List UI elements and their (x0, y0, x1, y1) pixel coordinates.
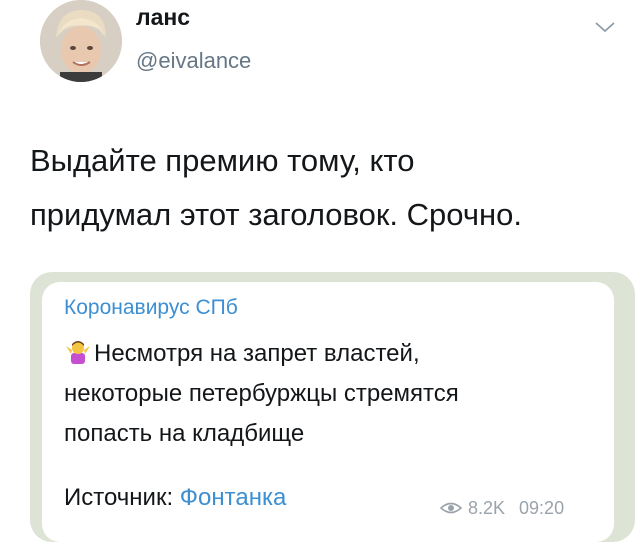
eye-icon (440, 502, 462, 514)
chevron-down-icon[interactable] (594, 20, 616, 34)
shrugging-person-emoji (66, 341, 90, 364)
channel-name: Коронавирус СПб (64, 296, 238, 319)
author-handle[interactable]: @eivalance (136, 48, 251, 74)
tweet-text-line: Выдайте премию тому, кто (30, 143, 415, 178)
tweet-text-line: придумал этот заголовок. Срочно. (30, 197, 522, 232)
message-line: попасть на кладбище (64, 420, 305, 447)
view-count: 8.2K (468, 498, 506, 518)
avatar-photo (40, 0, 122, 82)
message-text: Несмотря на запрет властей, некоторые пе… (64, 334, 604, 454)
message-line: Несмотря на запрет властей, (64, 334, 604, 374)
author-name[interactable]: ланс (136, 4, 190, 31)
message-line: некоторые петербуржцы стремятся (64, 380, 459, 407)
tweet-text: Выдайте премию тому, кто придумал этот з… (30, 134, 630, 242)
message-meta: 8.2K 09:20 (440, 498, 564, 519)
source-link[interactable]: Фонтанка (180, 484, 287, 511)
message-time: 09:20 (519, 498, 565, 518)
message-line-1: Несмотря на запрет властей, (94, 340, 420, 367)
source-label: Источник: (64, 484, 174, 511)
avatar[interactable] (40, 0, 122, 82)
source-line: Источник: Фонтанка (64, 484, 286, 512)
